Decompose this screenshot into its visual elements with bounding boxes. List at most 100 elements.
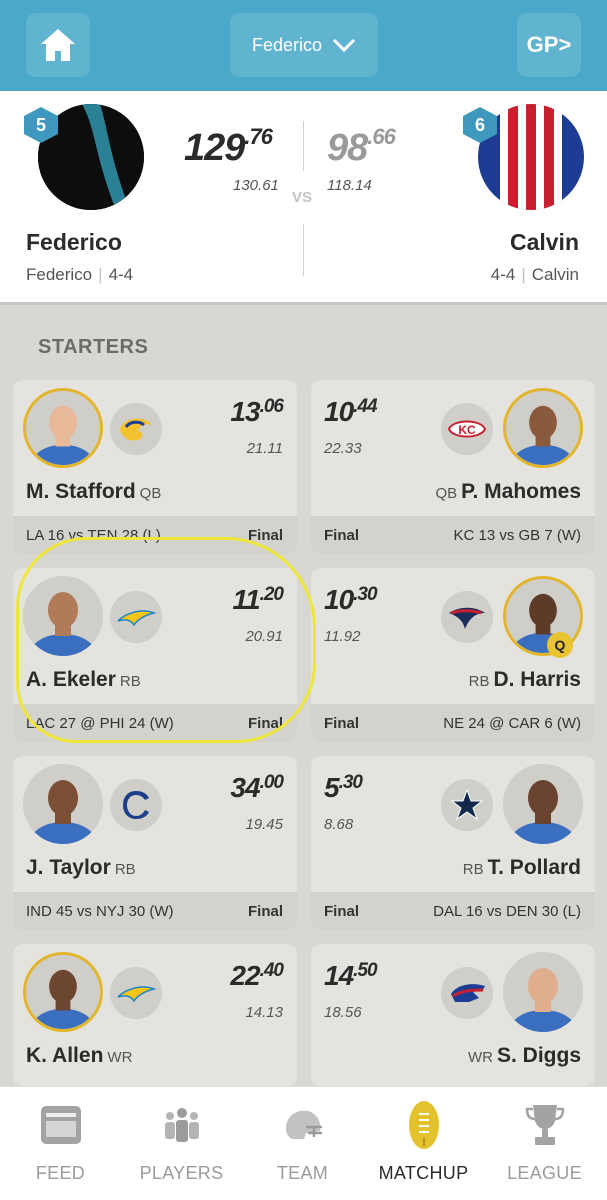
nav-label: LEAGUE	[507, 1163, 582, 1183]
game-score: NE 24 @ CAR 6 (W)	[443, 715, 581, 732]
nav-label: PLAYERS	[139, 1163, 224, 1183]
trophy-icon	[521, 1101, 569, 1149]
player-headshot[interactable]	[23, 388, 103, 468]
svg-text:KC: KC	[458, 423, 476, 437]
player-card[interactable]: 34.00 19.45 J. Taylor RB IND 45 vs NYJ 30 (W…	[13, 756, 297, 930]
game-score: DAL 16 vs DEN 30 (L)	[433, 903, 581, 920]
player-points: 5.30	[324, 772, 363, 803]
player-name[interactable]: WR S. Diggs	[464, 1044, 581, 1068]
home-icon	[41, 29, 75, 61]
nav-players[interactable]: PLAYERS	[121, 1087, 242, 1200]
helmet-icon	[279, 1101, 327, 1149]
player-card[interactable]: 14.50 18.56 WR S. Diggs	[311, 944, 595, 1086]
player-position: RB	[468, 673, 490, 690]
player-projected-points: 14.13	[245, 1004, 283, 1021]
home-team-meta: Federico | 4-4	[26, 265, 134, 284]
nav-league[interactable]: LEAGUE	[484, 1087, 605, 1200]
game-score: KC 13 vs GB 7 (W)	[453, 527, 581, 544]
player-position: RB	[462, 861, 484, 878]
gp-button[interactable]: GP>	[517, 13, 581, 77]
player-card[interactable]: 11.20 20.91 A. Ekeler RB LAC 27 @ PHI 24 (W)…	[13, 568, 297, 742]
game-result-bar: LAC 27 @ PHI 24 (W) Final	[13, 704, 297, 742]
bottom-nav: FEED PLAYERS TEAM MATCHUP LEAGUE	[0, 1086, 607, 1200]
game-result-bar: IND 45 vs NYJ 30 (W) Final	[13, 892, 297, 930]
starters-label: STARTERS	[38, 336, 149, 358]
home-projected-score: 130.61	[233, 177, 279, 194]
player-headshot[interactable]	[503, 952, 583, 1032]
player-headshot[interactable]	[503, 764, 583, 844]
player-headshot[interactable]	[23, 576, 103, 656]
nav-team[interactable]: TEAM	[242, 1087, 363, 1200]
injury-status-badge: Q	[547, 632, 573, 658]
cowboys-logo-icon	[441, 779, 493, 831]
game-status: Final	[247, 527, 283, 544]
player-card[interactable]: 22.40 14.13 K. Allen WR	[13, 944, 297, 1086]
feed-icon	[37, 1101, 85, 1149]
player-projected-points: 21.11	[246, 440, 283, 457]
player-points: 14.50	[324, 960, 378, 991]
player-name[interactable]: J. Taylor RB	[26, 856, 140, 880]
nav-feed[interactable]: FEED	[0, 1087, 121, 1200]
bills-logo-icon	[441, 967, 493, 1019]
player-points: 34.00	[230, 772, 284, 803]
chargers-logo-icon	[110, 967, 162, 1019]
home-team-name[interactable]: Federico	[26, 229, 122, 256]
game-status: Final	[324, 903, 360, 920]
game-result-bar: NE 24 @ CAR 6 (W) Final	[311, 704, 595, 742]
player-position: WR	[107, 1049, 133, 1066]
player-headshot[interactable]	[503, 388, 583, 468]
nav-label: MATCHUP	[378, 1163, 469, 1183]
player-points: 11.20	[232, 584, 285, 615]
gp-label: GP>	[526, 32, 572, 57]
player-headshot[interactable]	[23, 952, 103, 1032]
game-status: Final	[324, 527, 360, 544]
player-card[interactable]: Q 10.30 11.92 RB D. Harris NE 24 @ CAR 6 (W) F…	[311, 568, 595, 742]
player-name[interactable]: K. Allen WR	[26, 1044, 136, 1068]
away-team-meta: 4-4 | Calvin	[490, 265, 579, 284]
football-icon	[400, 1101, 448, 1149]
player-position: WR	[467, 1049, 493, 1066]
nav-matchup[interactable]: MATCHUP	[363, 1087, 484, 1200]
player-projected-points: 20.91	[245, 628, 283, 645]
player-headshot[interactable]	[23, 764, 103, 844]
home-score: 129.76	[184, 124, 273, 169]
player-projected-points: 8.68	[324, 816, 354, 833]
player-position: QB	[139, 485, 162, 502]
nav-label: TEAM	[276, 1163, 329, 1183]
game-score: IND 45 vs NYJ 30 (W)	[26, 903, 174, 920]
rams-logo-icon	[110, 403, 162, 455]
away-team-name[interactable]: Calvin	[510, 229, 579, 256]
home-button[interactable]	[26, 13, 90, 77]
player-name[interactable]: M. Stafford QB	[26, 480, 165, 504]
game-result-bar: DAL 16 vs DEN 30 (L) Final	[311, 892, 595, 930]
player-position: QB	[435, 485, 458, 502]
player-card[interactable]: 13.06 21.11 M. Stafford QB LA 16 vs TEN 28 (…	[13, 380, 297, 554]
player-projected-points: 11.92	[324, 628, 361, 645]
players-icon	[158, 1101, 206, 1149]
game-status: Final	[324, 715, 360, 732]
player-name[interactable]: RB T. Pollard	[459, 856, 581, 880]
team-switcher[interactable]: Federico	[230, 13, 378, 77]
chevron-down-icon	[332, 38, 356, 52]
nav-label: FEED	[35, 1163, 86, 1183]
chargers-logo-icon	[110, 591, 162, 643]
game-status: Final	[247, 903, 283, 920]
player-points: 13.06	[230, 396, 284, 427]
player-name[interactable]: RB D. Harris	[465, 668, 581, 692]
player-card[interactable]: 5.30 8.68 RB T. Pollard DAL 16 vs DEN 30 (L)…	[311, 756, 595, 930]
vs-divider-top	[303, 121, 304, 171]
player-projected-points: 18.56	[324, 1004, 362, 1021]
game-score: LAC 27 @ PHI 24 (W)	[26, 715, 174, 732]
top-bar: Federico GP>	[0, 0, 607, 91]
matchup-header: 5 129.76 130.61 VS 98.66 118.14 6 Federi…	[0, 91, 607, 305]
player-projected-points: 19.45	[245, 816, 283, 833]
player-name[interactable]: QB P. Mahomes	[431, 480, 581, 504]
player-card[interactable]: KC 10.44 22.33 QB P. Mahomes KC 13 vs GB 7 (W…	[311, 380, 595, 554]
player-name[interactable]: A. Ekeler RB	[26, 668, 145, 692]
vs-label: VS	[292, 189, 313, 206]
away-projected-score: 118.14	[327, 177, 372, 194]
player-points: 10.44	[324, 396, 378, 427]
player-points: 22.40	[230, 960, 284, 991]
game-result-bar: KC 13 vs GB 7 (W) Final	[311, 516, 595, 554]
player-points: 10.30	[324, 584, 378, 615]
